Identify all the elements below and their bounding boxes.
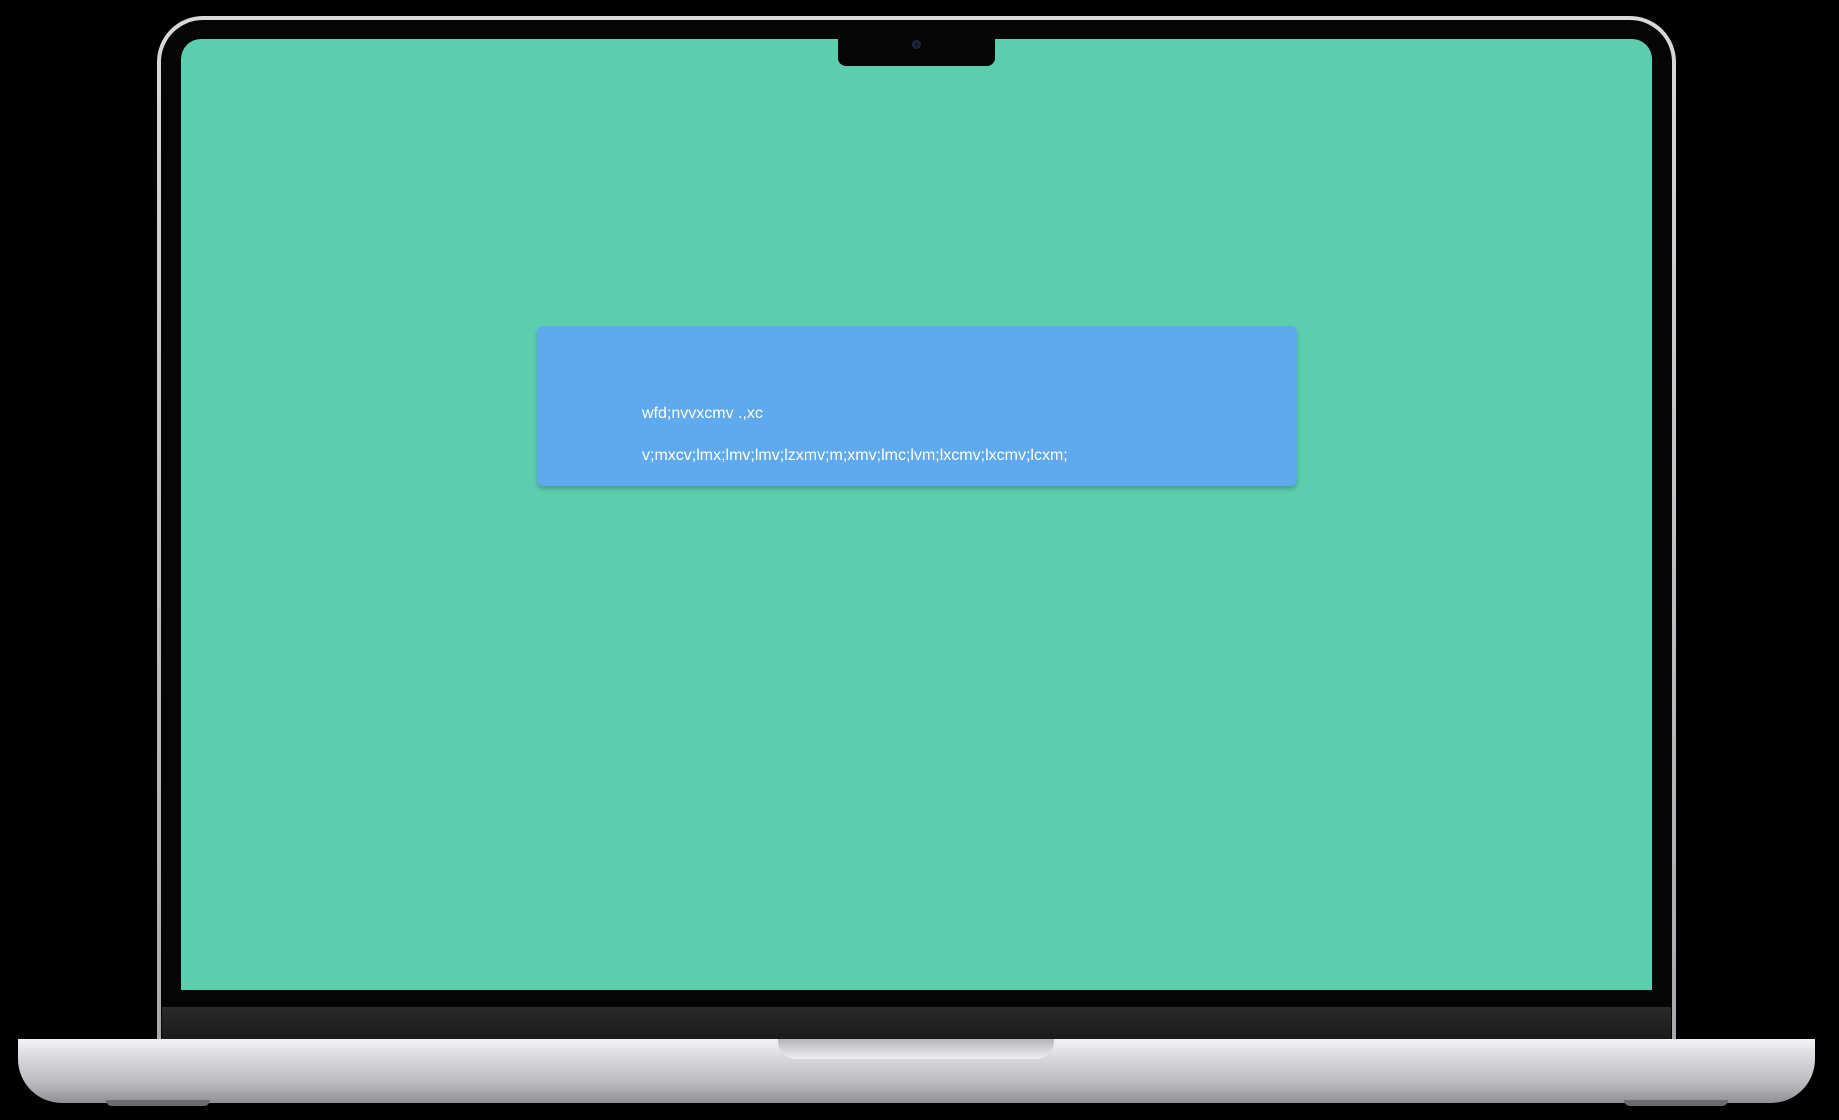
- message-card: wfd;nvvxcmv .,xc v;mxcv;lmx;lmv;lmv;lzxm…: [537, 326, 1297, 486]
- screen: [181, 39, 1652, 990]
- right-foot: [1624, 1100, 1728, 1106]
- message-text: wfd;nvvxcmv .,xc v;mxcv;lmx;lmv;lmv;lzxm…: [642, 382, 1262, 487]
- device-mockup: wfd;nvvxcmv .,xc v;mxcv;lmx;lmv;lmv;lzxm…: [0, 0, 1839, 1120]
- bezel-chin: [162, 1007, 1671, 1041]
- lid-opening-notch: [778, 1039, 1054, 1059]
- message-line-2: v;mxcv;lmx;lmv;lmv;lzxmv;m;xmv;lmc;lvm;l…: [642, 447, 1068, 464]
- left-foot: [106, 1100, 210, 1106]
- camera-icon: [912, 40, 921, 49]
- message-line-1: wfd;nvvxcmv .,xc: [642, 405, 763, 422]
